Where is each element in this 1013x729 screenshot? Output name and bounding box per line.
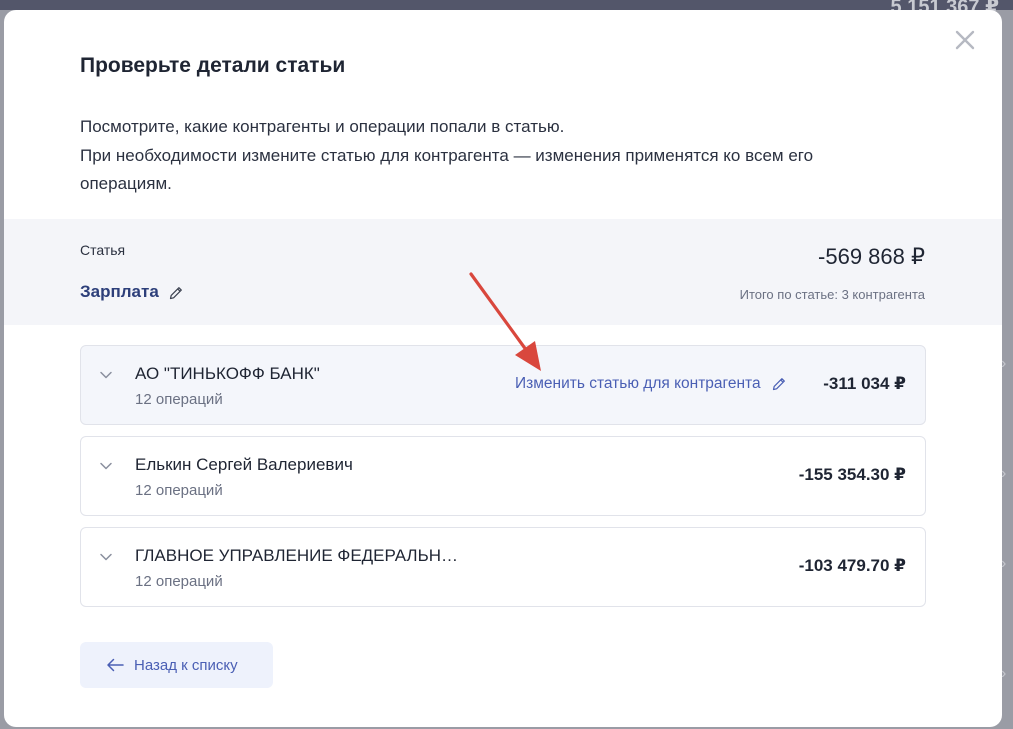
counterparty-name: АО "ТИНЬКОФФ БАНК": [135, 364, 320, 383]
pencil-icon: [772, 378, 785, 391]
back-to-list-label: Назад к списку: [134, 656, 238, 674]
arrow-left-icon: [107, 658, 124, 672]
article-total-subtitle: Итого по статье: 3 контрагента: [739, 287, 925, 302]
close-icon: [955, 30, 975, 50]
article-name: Зарплата: [80, 282, 159, 301]
background-chevron-icon: ›: [1001, 355, 1007, 372]
back-to-list-button[interactable]: Назад к списку: [80, 642, 273, 688]
counterparty-amount: -311 034 ₽: [823, 374, 906, 393]
close-button[interactable]: [953, 28, 977, 52]
counterparty-name: Елькин Сергей Валериевич: [135, 455, 353, 474]
background-chevron-icon: ›: [1001, 555, 1007, 572]
chevron-down-icon[interactable]: [98, 549, 114, 565]
operations-count: 12 операций: [135, 391, 223, 408]
article-name-editable[interactable]: Зарплата: [80, 282, 184, 302]
counterparty-name: ГЛАВНОЕ УПРАВЛЕНИЕ ФЕДЕРАЛЬН…: [135, 546, 459, 565]
operations-count: 12 операций: [135, 573, 223, 590]
modal-description: Посмотрите, какие контрагенты и операции…: [80, 113, 940, 199]
pencil-icon[interactable]: [168, 285, 184, 301]
change-article-label: Изменить статью для контрагента: [515, 375, 761, 392]
operations-count: 12 операций: [135, 482, 223, 499]
description-line: При необходимости измените статью для ко…: [80, 145, 814, 165]
article-label: Статья: [80, 242, 126, 258]
counterparty-row[interactable]: Елькин Сергей Валериевич 12 операций -15…: [80, 436, 926, 516]
description-line: Посмотрите, какие контрагенты и операции…: [80, 117, 565, 136]
counterparty-amount: -103 479.70 ₽: [798, 556, 906, 575]
article-details-modal: Проверьте детали статьи Посмотрите, каки…: [4, 10, 1002, 727]
description-line: операциям.: [80, 174, 172, 193]
article-total: -569 868 ₽: [818, 244, 925, 269]
chevron-down-icon[interactable]: [98, 367, 114, 383]
counterparty-amount: -155 354.30 ₽: [798, 465, 906, 484]
counterparty-row[interactable]: ГЛАВНОЕ УПРАВЛЕНИЕ ФЕДЕРАЛЬН… 12 операци…: [80, 527, 926, 607]
counterparty-row[interactable]: АО "ТИНЬКОФФ БАНК" 12 операций Изменить …: [80, 345, 926, 425]
modal-title: Проверьте детали статьи: [80, 54, 346, 77]
article-summary: Статья Зарплата -569 868 ₽ Итого по стат…: [4, 219, 1002, 325]
background-chevron-icon: ›: [1001, 665, 1007, 682]
chevron-down-icon[interactable]: [98, 458, 114, 474]
change-article-link[interactable]: Изменить статью для контрагента: [515, 375, 787, 393]
background-chevron-icon: ›: [1001, 465, 1007, 482]
